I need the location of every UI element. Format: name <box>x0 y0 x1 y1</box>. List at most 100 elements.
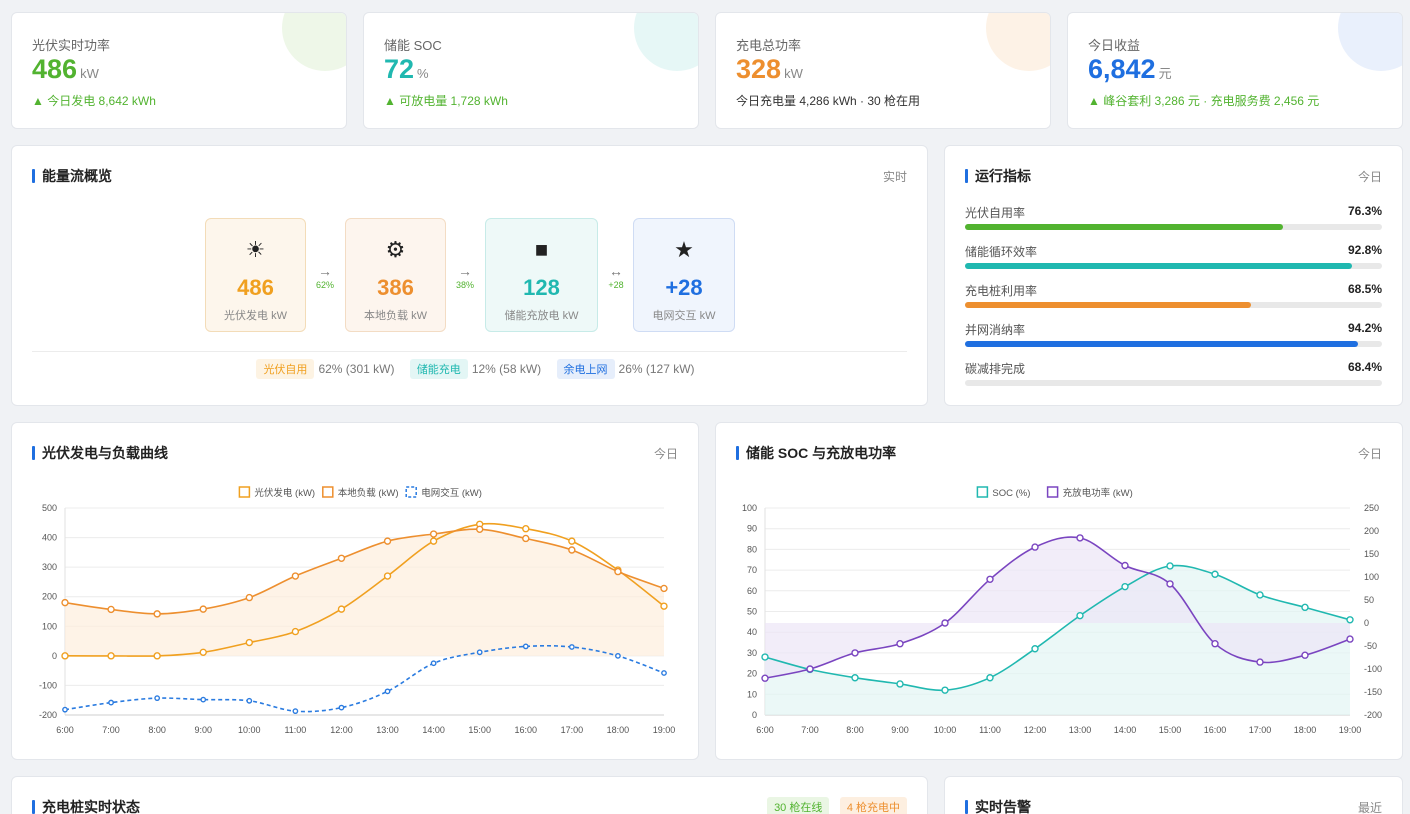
arrow-right-icon: → <box>458 263 472 279</box>
x-tick-label: 19:00 <box>1339 725 1362 735</box>
legend-swatch <box>976 486 989 498</box>
metric-row: 碳减排完成 68.4% <box>965 360 1382 390</box>
metric-fill <box>965 341 1358 347</box>
metric-value: 76.3% <box>1347 204 1382 218</box>
pv-load-chart: 光伏发电 (kW) 本地负载 (kW) 电网交互 (kW) 500 400 300 200 1… <box>39 486 675 735</box>
section-range: 实时 <box>882 170 907 184</box>
data-point <box>154 695 161 702</box>
kpi-unit: 元 <box>1158 66 1172 81</box>
x-tick-label: 17:00 <box>561 725 584 735</box>
flow-tag-text: 26% (127 kW) <box>618 362 695 376</box>
data-point <box>61 652 69 660</box>
data-point <box>1346 635 1354 643</box>
data-point <box>568 546 576 554</box>
y-tick-label: 500 <box>42 503 57 513</box>
x-tick-label: 10:00 <box>934 725 957 735</box>
legend-label: 光伏发电 (kW) <box>254 487 315 499</box>
y2-tick-label: -150 <box>1364 687 1382 697</box>
x-tick-label: 9:00 <box>194 725 212 735</box>
charging-badge: 4 枪充电中 <box>839 797 907 814</box>
metric-label: 并网消纳率 <box>965 323 1026 337</box>
metric-value: 92.8% <box>1347 243 1382 257</box>
metric-value: 94.2% <box>1347 321 1382 335</box>
flow-value: 486 <box>237 275 274 300</box>
y-tick-label: 70 <box>747 565 757 575</box>
gear-icon: ⚙ <box>385 237 406 262</box>
flow-node-load[interactable]: ⚙ 386 本地负载 kW <box>345 218 446 332</box>
kpi-label: 光伏实时功率 <box>32 38 111 53</box>
data-point <box>1211 639 1219 648</box>
data-point <box>986 575 994 584</box>
data-point <box>1346 616 1354 624</box>
data-point <box>246 697 253 704</box>
flow-tag: 光伏自用 <box>256 359 315 379</box>
data-point <box>661 670 667 676</box>
legend-swatch <box>238 486 251 498</box>
data-point <box>291 572 300 580</box>
x-tick-label: 12:00 <box>330 725 353 735</box>
x-tick-label: 16:00 <box>1204 725 1227 735</box>
metric-label: 光伏自用率 <box>965 206 1026 220</box>
flow-tag: 储能充电 <box>409 359 468 379</box>
data-point <box>337 605 346 613</box>
metric-label: 充电桩利用率 <box>965 284 1038 298</box>
x-tick-label: 8:00 <box>148 725 166 735</box>
data-point <box>1121 561 1129 570</box>
flow-node-grid[interactable]: ★ +28 电网交互 kW <box>633 218 735 332</box>
data-point <box>1211 570 1219 578</box>
metric-track <box>965 302 1382 308</box>
y-tick-label: 0 <box>752 710 757 720</box>
kpi-sub: ▲ 峰谷套利 3,286 元 · 充电服务费 2,456 元 <box>1088 94 1320 108</box>
y-tick-label: 80 <box>747 544 757 554</box>
data-point <box>245 638 254 647</box>
data-point <box>522 524 530 533</box>
x-tick-label: 14:00 <box>1114 725 1137 735</box>
flow-node-pv[interactable]: ☀ 486 光伏发电 kW <box>205 218 306 332</box>
metric-fill <box>965 263 1352 269</box>
metrics-card: 运行指标 今日 光伏自用率 76.3% 储能循环效率 92.8% 充电桩利用率 … <box>944 145 1403 406</box>
kpi-value: 72% <box>384 54 429 84</box>
x-tick-label: 8:00 <box>846 725 864 735</box>
data-point <box>1301 603 1309 612</box>
kpi-decoration <box>282 13 346 71</box>
y2-tick-label: -100 <box>1364 664 1382 674</box>
flow-arrow: → 38% <box>450 264 480 292</box>
legend-label: 本地负载 (kW) <box>338 487 399 499</box>
metric-fill <box>965 224 1284 230</box>
data-point <box>941 686 949 694</box>
x-tick-label: 12:00 <box>1024 725 1047 735</box>
x-tick-label: 7:00 <box>801 725 819 735</box>
charger-badges: 30 枪在线 4 枪充电中 <box>761 797 907 814</box>
metric-row: 充电桩利用率 68.5% <box>965 282 1382 312</box>
metric-value: 68.5% <box>1347 282 1382 296</box>
y-tick-label: 60 <box>747 586 757 596</box>
kpi-value: 486 kW <box>32 54 99 84</box>
legend-swatch <box>405 486 417 498</box>
data-point <box>1166 562 1174 570</box>
flow-node-storage[interactable]: ■ 128 储能充放电 kW <box>485 218 598 332</box>
data-point <box>291 627 300 636</box>
data-point <box>429 530 438 538</box>
y2-tick-label: 100 <box>1364 572 1379 582</box>
data-point <box>522 534 530 543</box>
metric-label: 储能循环效率 <box>965 245 1038 259</box>
kpi-card-revenue: 今日收益 6,842 元 ▲ 峰谷套利 3,286 元 · 充电服务费 2,456… <box>1067 12 1403 129</box>
data-point <box>806 665 814 673</box>
energy-flow-card: 能量流概览 实时 ☀ 486 光伏发电 kW → 62% ⚙ 386 本地负载 … <box>11 145 928 406</box>
kpi-sub: 今日充电量 4,286 kWh · 30 枪在用 <box>736 94 921 108</box>
alarms-card: 实时告警 最近 <box>944 776 1403 814</box>
kpi-label: 充电总功率 <box>736 38 802 53</box>
kpi-decoration <box>986 13 1050 71</box>
data-point <box>199 648 207 657</box>
data-point <box>614 567 622 576</box>
x-tick-label: 18:00 <box>1294 725 1317 735</box>
y-tick-label: 200 <box>42 592 57 602</box>
x-tick-label: 9:00 <box>891 725 909 735</box>
x-tick-label: 6:00 <box>56 725 74 735</box>
y2-tick-label: -50 <box>1364 641 1377 651</box>
y-tick-label: 90 <box>747 524 757 534</box>
y2-tick-label: 250 <box>1364 503 1379 513</box>
data-point <box>896 639 904 648</box>
kpi-decoration <box>1338 13 1402 71</box>
chargers-card: 充电桩实时状态 30 枪在线 4 枪充电中 <box>11 776 928 814</box>
